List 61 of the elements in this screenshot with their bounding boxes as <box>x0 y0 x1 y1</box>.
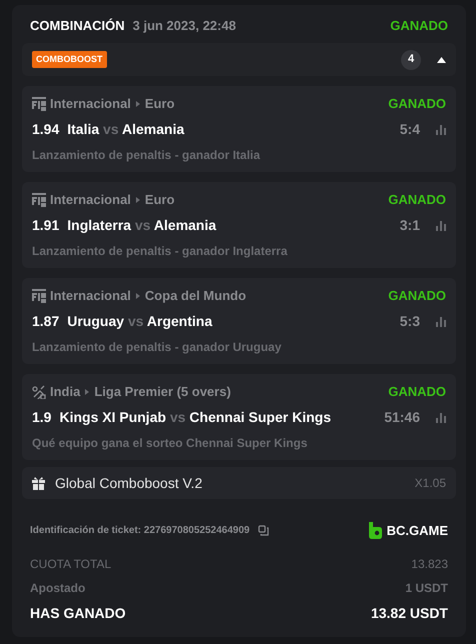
chevron-icon <box>136 292 140 299</box>
copy-button[interactable] <box>258 525 269 536</box>
cricket-bat-icon <box>32 384 46 399</box>
stats-button[interactable] <box>436 124 446 135</box>
boost-multiplier: X1.05 <box>414 475 446 492</box>
market-label: Qué equipo gana el sorteo Chennai Super Kings <box>32 435 308 452</box>
score-label: 5:3 <box>400 312 420 332</box>
bar-chart-icon <box>436 220 446 231</box>
copy-icon <box>258 525 269 536</box>
stats-button[interactable] <box>436 220 446 231</box>
summary-value: 13.823 <box>411 556 448 572</box>
bar-chart-icon <box>436 412 446 423</box>
score-label: 3:1 <box>400 216 420 236</box>
league-label: Copa del Mundo <box>144 287 246 305</box>
summary-value: 1 USDT <box>405 580 448 596</box>
score-label: 5:4 <box>400 120 420 140</box>
logo-icon <box>368 522 382 540</box>
status-label: GANADO <box>388 95 446 113</box>
status-label: GANADO <box>388 287 446 305</box>
league-label: Euro <box>144 191 175 209</box>
brand-name: BC.GAME <box>386 522 448 540</box>
status-label: GANADO <box>388 383 446 401</box>
country-label: Internacional <box>50 287 131 305</box>
ticket-title: COMBINACIÓN <box>30 17 125 36</box>
boost-label: Global Comboboost V.2 <box>55 474 202 492</box>
gift-icon <box>32 476 45 490</box>
score-label: 51:46 <box>384 408 420 428</box>
market-label: Lanzamiento de penaltis - ganador Inglaterra <box>32 243 288 260</box>
ticket-date: 3 jun 2023, 22:48 <box>132 17 236 36</box>
match-title: 1.87 Uruguay vs Argentina <box>32 312 212 332</box>
match-title: 1.91 Inglaterra vs Alemania <box>32 216 216 236</box>
status-label: GANADO <box>390 17 448 36</box>
caret-icon <box>437 56 446 62</box>
country-label: Internacional <box>50 191 131 209</box>
stats-button[interactable] <box>436 412 446 423</box>
comboboost-tag: COMBOBOOST <box>32 50 106 68</box>
status-label: GANADO <box>388 191 446 209</box>
chevron-icon <box>85 388 90 395</box>
collapse-toggle[interactable] <box>437 56 446 62</box>
fifa-logo-icon <box>32 192 46 207</box>
bar-chart-icon <box>436 124 446 135</box>
market-label: Lanzamiento de penaltis - ganador Uruguay <box>32 339 282 356</box>
fifa-logo-icon <box>32 288 46 303</box>
summary-label: HAS GANADO <box>30 604 126 622</box>
country-label: India <box>50 383 80 401</box>
market-label: Lanzamiento de penaltis - ganador Italia <box>32 147 262 164</box>
chevron-icon <box>136 196 140 203</box>
ticket-id: Identificación de ticket: 2276970805252464909 <box>30 524 250 538</box>
summary-label: Apostado <box>30 580 86 596</box>
country-label: Internacional <box>50 95 131 113</box>
league-label: Euro <box>144 95 175 113</box>
match-title: 1.94 Italia vs Alemania <box>32 120 184 140</box>
chevron-icon <box>136 100 140 107</box>
bar-chart-icon <box>436 316 446 327</box>
match-title: 1.9 Kings XI Punjab vs Chennai Super Kings <box>32 408 331 428</box>
selection-count: 4 <box>401 50 421 70</box>
fifa-logo-icon <box>32 96 46 111</box>
league-label: Liga Premier (5 overs) <box>94 383 231 401</box>
summary-label: CUOTA TOTAL <box>30 556 112 572</box>
summary-value: 13.82 USDT <box>370 604 448 622</box>
stats-button[interactable] <box>436 316 446 327</box>
